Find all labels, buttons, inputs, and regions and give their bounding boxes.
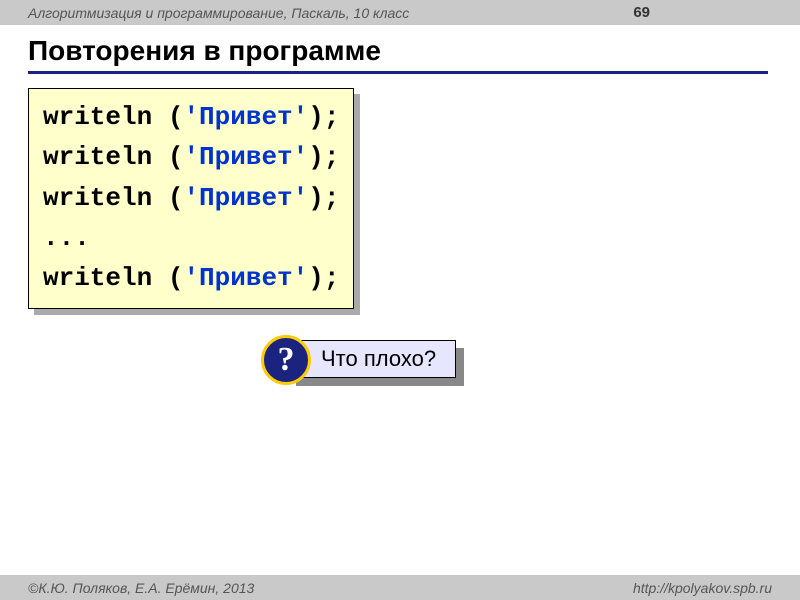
code-string-literal: 'Привет' (183, 263, 308, 293)
code-string-literal: 'Привет' (183, 142, 308, 172)
code-line: writeln ('Привет'); (43, 183, 339, 213)
code-tail: ); (308, 102, 339, 132)
code-line: ... (43, 223, 90, 253)
code-tail: ); (308, 183, 339, 213)
code-call: writeln ( (43, 142, 183, 172)
code-call: writeln ( (43, 102, 183, 132)
question-mark-icon: ? (261, 335, 311, 385)
code-tail: ); (308, 142, 339, 172)
footer-url: http://kpolyakov.spb.ru (633, 580, 772, 596)
code-tail: ); (308, 263, 339, 293)
code-call: writeln ( (43, 183, 183, 213)
footer-copyright: ©К.Ю. Поляков, Е.А. Ерёмин, 2013 (28, 580, 254, 596)
code-block: writeln ('Привет'); writeln ('Привет'); … (28, 88, 354, 309)
course-label: Алгоритмизация и программирование, Паска… (28, 5, 409, 21)
slide-header: Алгоритмизация и программирование, Паска… (0, 0, 800, 25)
code-string-literal: 'Привет' (183, 102, 308, 132)
page-number: 69 (633, 4, 650, 21)
slide-footer: ©К.Ю. Поляков, Е.А. Ерёмин, 2013 http://… (0, 575, 800, 600)
code-line: writeln ('Привет'); (43, 263, 339, 293)
code-line: writeln ('Привет'); (43, 102, 339, 132)
code-line: writeln ('Привет'); (43, 142, 339, 172)
question-block: ? Что плохо? (288, 340, 456, 378)
question-text: Что плохо? (321, 346, 436, 372)
code-string-literal: 'Привет' (183, 183, 308, 213)
code-call: writeln ( (43, 263, 183, 293)
slide-title: Повторения в программе (28, 35, 768, 74)
code-content: writeln ('Привет'); writeln ('Привет'); … (28, 88, 354, 309)
question-box: ? Что плохо? (288, 340, 456, 378)
